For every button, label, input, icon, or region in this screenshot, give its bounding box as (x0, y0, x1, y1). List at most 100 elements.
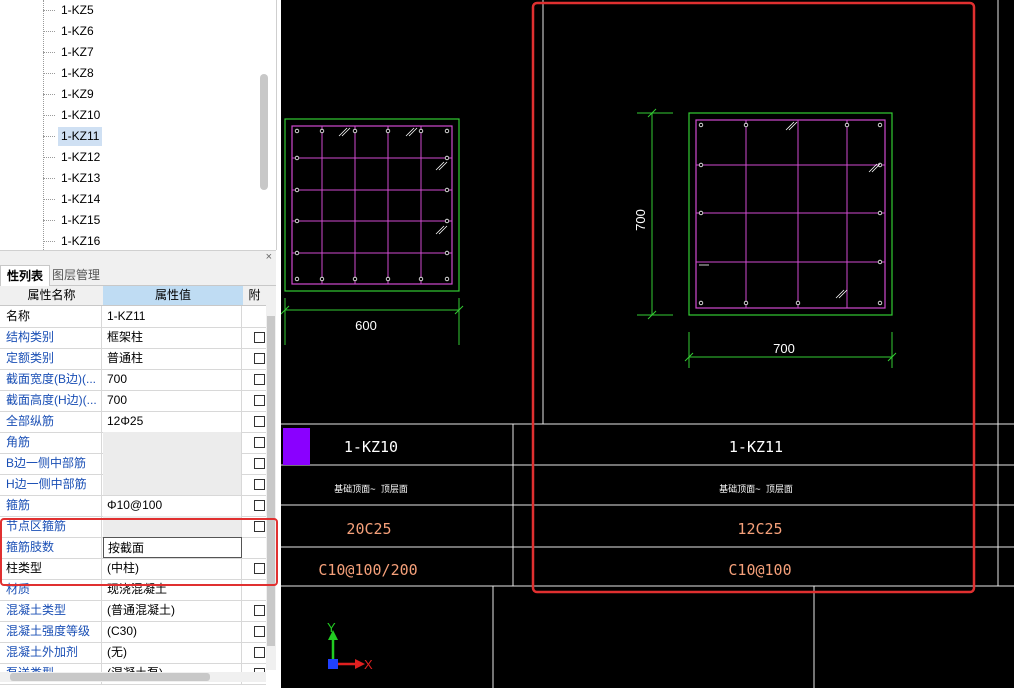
left-col-rebar: 20C25 (346, 520, 391, 538)
tree-connector (43, 241, 55, 242)
property-value[interactable]: (C30) (103, 621, 242, 642)
tree-connector (43, 10, 55, 11)
table-row[interactable]: 混凝土类型 (普通混凝土) (0, 600, 266, 622)
property-checkbox[interactable] (254, 374, 265, 385)
left-col-range: 基础顶面~ 顶层面 (334, 483, 408, 495)
tab-property-list[interactable]: 性列表 (0, 265, 51, 286)
property-name: 结构类别 (0, 327, 102, 348)
property-checkbox[interactable] (254, 416, 265, 427)
property-value[interactable]: 1-KZ11 (103, 306, 242, 327)
selected-swatch[interactable] (283, 428, 310, 465)
left-col-stirrup: C10@100/200 (318, 561, 417, 579)
cad-canvas[interactable]: 600 700 700 1-KZ10 1-KZ11 基础顶面~ 顶层面 基础顶面… (281, 0, 1014, 688)
tree-item-label: 1-KZ8 (61, 66, 94, 80)
header-extra[interactable]: 附 (243, 286, 267, 306)
property-checkbox[interactable] (254, 332, 265, 343)
property-value[interactable]: Φ10@100 (103, 495, 242, 516)
table-row[interactable]: 全部纵筋 12Φ25 (0, 411, 266, 433)
table-row[interactable]: B边一侧中部筋 (0, 453, 266, 475)
property-name: 箍筋 (0, 495, 102, 516)
table-row[interactable]: 结构类别 框架柱 (0, 327, 266, 349)
tab-layer-manager[interactable]: 图层管理 (46, 265, 106, 285)
panel-splitter[interactable]: × (0, 250, 276, 264)
property-checkbox[interactable] (254, 626, 265, 637)
width-dim-label: 600 (355, 318, 377, 333)
tree-line (43, 0, 44, 250)
tree-item-label: 1-KZ16 (61, 234, 101, 248)
tree-connector (43, 136, 55, 137)
tree-connector (43, 199, 55, 200)
table-row[interactable]: 截面宽度(B边)(... 700 (0, 369, 266, 391)
scroll-thumb[interactable] (10, 673, 210, 681)
tree-item-label: 1-KZ14 (61, 192, 101, 206)
table-row[interactable]: 定额类别 普通柱 (0, 348, 266, 370)
property-value[interactable]: 700 (103, 369, 242, 390)
property-value[interactable]: 框架柱 (103, 327, 242, 348)
property-value[interactable]: 700 (103, 390, 242, 411)
property-value[interactable]: (普通混凝土) (103, 600, 242, 621)
property-name: 全部纵筋 (0, 411, 102, 432)
table-row[interactable]: 混凝土外加剂 (无) (0, 642, 266, 664)
tree-connector (43, 52, 55, 53)
grid-vertical-scrollbar[interactable] (266, 286, 276, 670)
tree-scrollbar[interactable] (260, 74, 268, 190)
tree-item-label: 1-KZ10 (61, 108, 101, 122)
component-tree: 1-KZ5 1-KZ6 1-KZ7 1-KZ8 1-KZ9 1-KZ10 1-KZ11 1-K… (0, 0, 277, 250)
property-checkbox[interactable] (254, 479, 265, 490)
tree-connector (43, 220, 55, 221)
property-checkbox[interactable] (254, 353, 265, 364)
grid-horizontal-scrollbar[interactable] (0, 672, 266, 682)
canvas-bg (281, 0, 1014, 688)
header-value[interactable]: 属性值 (103, 286, 244, 306)
property-checkbox[interactable] (254, 395, 265, 406)
property-checkbox[interactable] (254, 437, 265, 448)
property-name: 截面高度(H边)(... (0, 390, 102, 411)
tree-item-label: 1-KZ13 (61, 171, 101, 185)
left-col-name[interactable]: 1-KZ10 (344, 438, 398, 456)
table-row[interactable]: H边一侧中部筋 (0, 474, 266, 496)
tree-connector (43, 73, 55, 74)
property-name: 名称 (0, 306, 102, 327)
table-row[interactable]: 角筋 (0, 432, 266, 454)
table-row[interactable]: 截面高度(H边)(... 700 (0, 390, 266, 412)
tree-item-label: 1-KZ12 (61, 150, 101, 164)
table-row[interactable]: 名称 1-KZ11 (0, 306, 266, 328)
tree-connector (43, 178, 55, 179)
tree-item-label: 1-KZ11 (58, 127, 103, 146)
property-checkbox[interactable] (254, 605, 265, 616)
property-name: 定额类别 (0, 348, 102, 369)
right-col-rebar: 12C25 (737, 520, 782, 538)
close-icon[interactable]: × (266, 251, 272, 263)
property-value[interactable]: 普通柱 (103, 348, 242, 369)
property-checkbox[interactable] (254, 647, 265, 658)
tree-item-label: 1-KZ15 (61, 213, 101, 227)
property-value[interactable] (103, 453, 242, 474)
tree-connector (43, 157, 55, 158)
property-checkbox[interactable] (254, 500, 265, 511)
property-name: 混凝土类型 (0, 600, 102, 621)
property-value[interactable]: 12Φ25 (103, 411, 242, 432)
header-name[interactable]: 属性名称 (0, 286, 104, 306)
axis-x-label: X (364, 657, 373, 672)
property-name: B边一侧中部筋 (0, 453, 102, 474)
table-row[interactable]: 箍筋 Φ10@100 (0, 495, 266, 517)
scroll-thumb[interactable] (267, 316, 275, 646)
tree-item-label: 1-KZ9 (61, 87, 94, 101)
property-name: 角筋 (0, 432, 102, 453)
right-col-range: 基础顶面~ 顶层面 (719, 483, 793, 495)
right-col-stirrup: C10@100 (728, 561, 791, 579)
property-name: 混凝土外加剂 (0, 642, 102, 663)
table-row[interactable]: 混凝土强度等级 (C30) (0, 621, 266, 643)
property-value[interactable] (103, 432, 242, 453)
left-panel: 1-KZ5 1-KZ6 1-KZ7 1-KZ8 1-KZ9 1-KZ10 1-KZ11 1-K… (0, 0, 281, 688)
property-value[interactable] (103, 474, 242, 495)
property-name: 截面宽度(B边)(... (0, 369, 102, 390)
height-dim-label: 700 (633, 209, 648, 231)
panel-tabs: 性列表 图层管理 (0, 263, 276, 286)
tree-item-label: 1-KZ6 (61, 24, 94, 38)
width-dim-label: 700 (773, 341, 795, 356)
right-col-name[interactable]: 1-KZ11 (729, 438, 783, 456)
property-value[interactable]: (无) (103, 642, 242, 663)
property-checkbox[interactable] (254, 458, 265, 469)
tree-item-label: 1-KZ7 (61, 45, 94, 59)
